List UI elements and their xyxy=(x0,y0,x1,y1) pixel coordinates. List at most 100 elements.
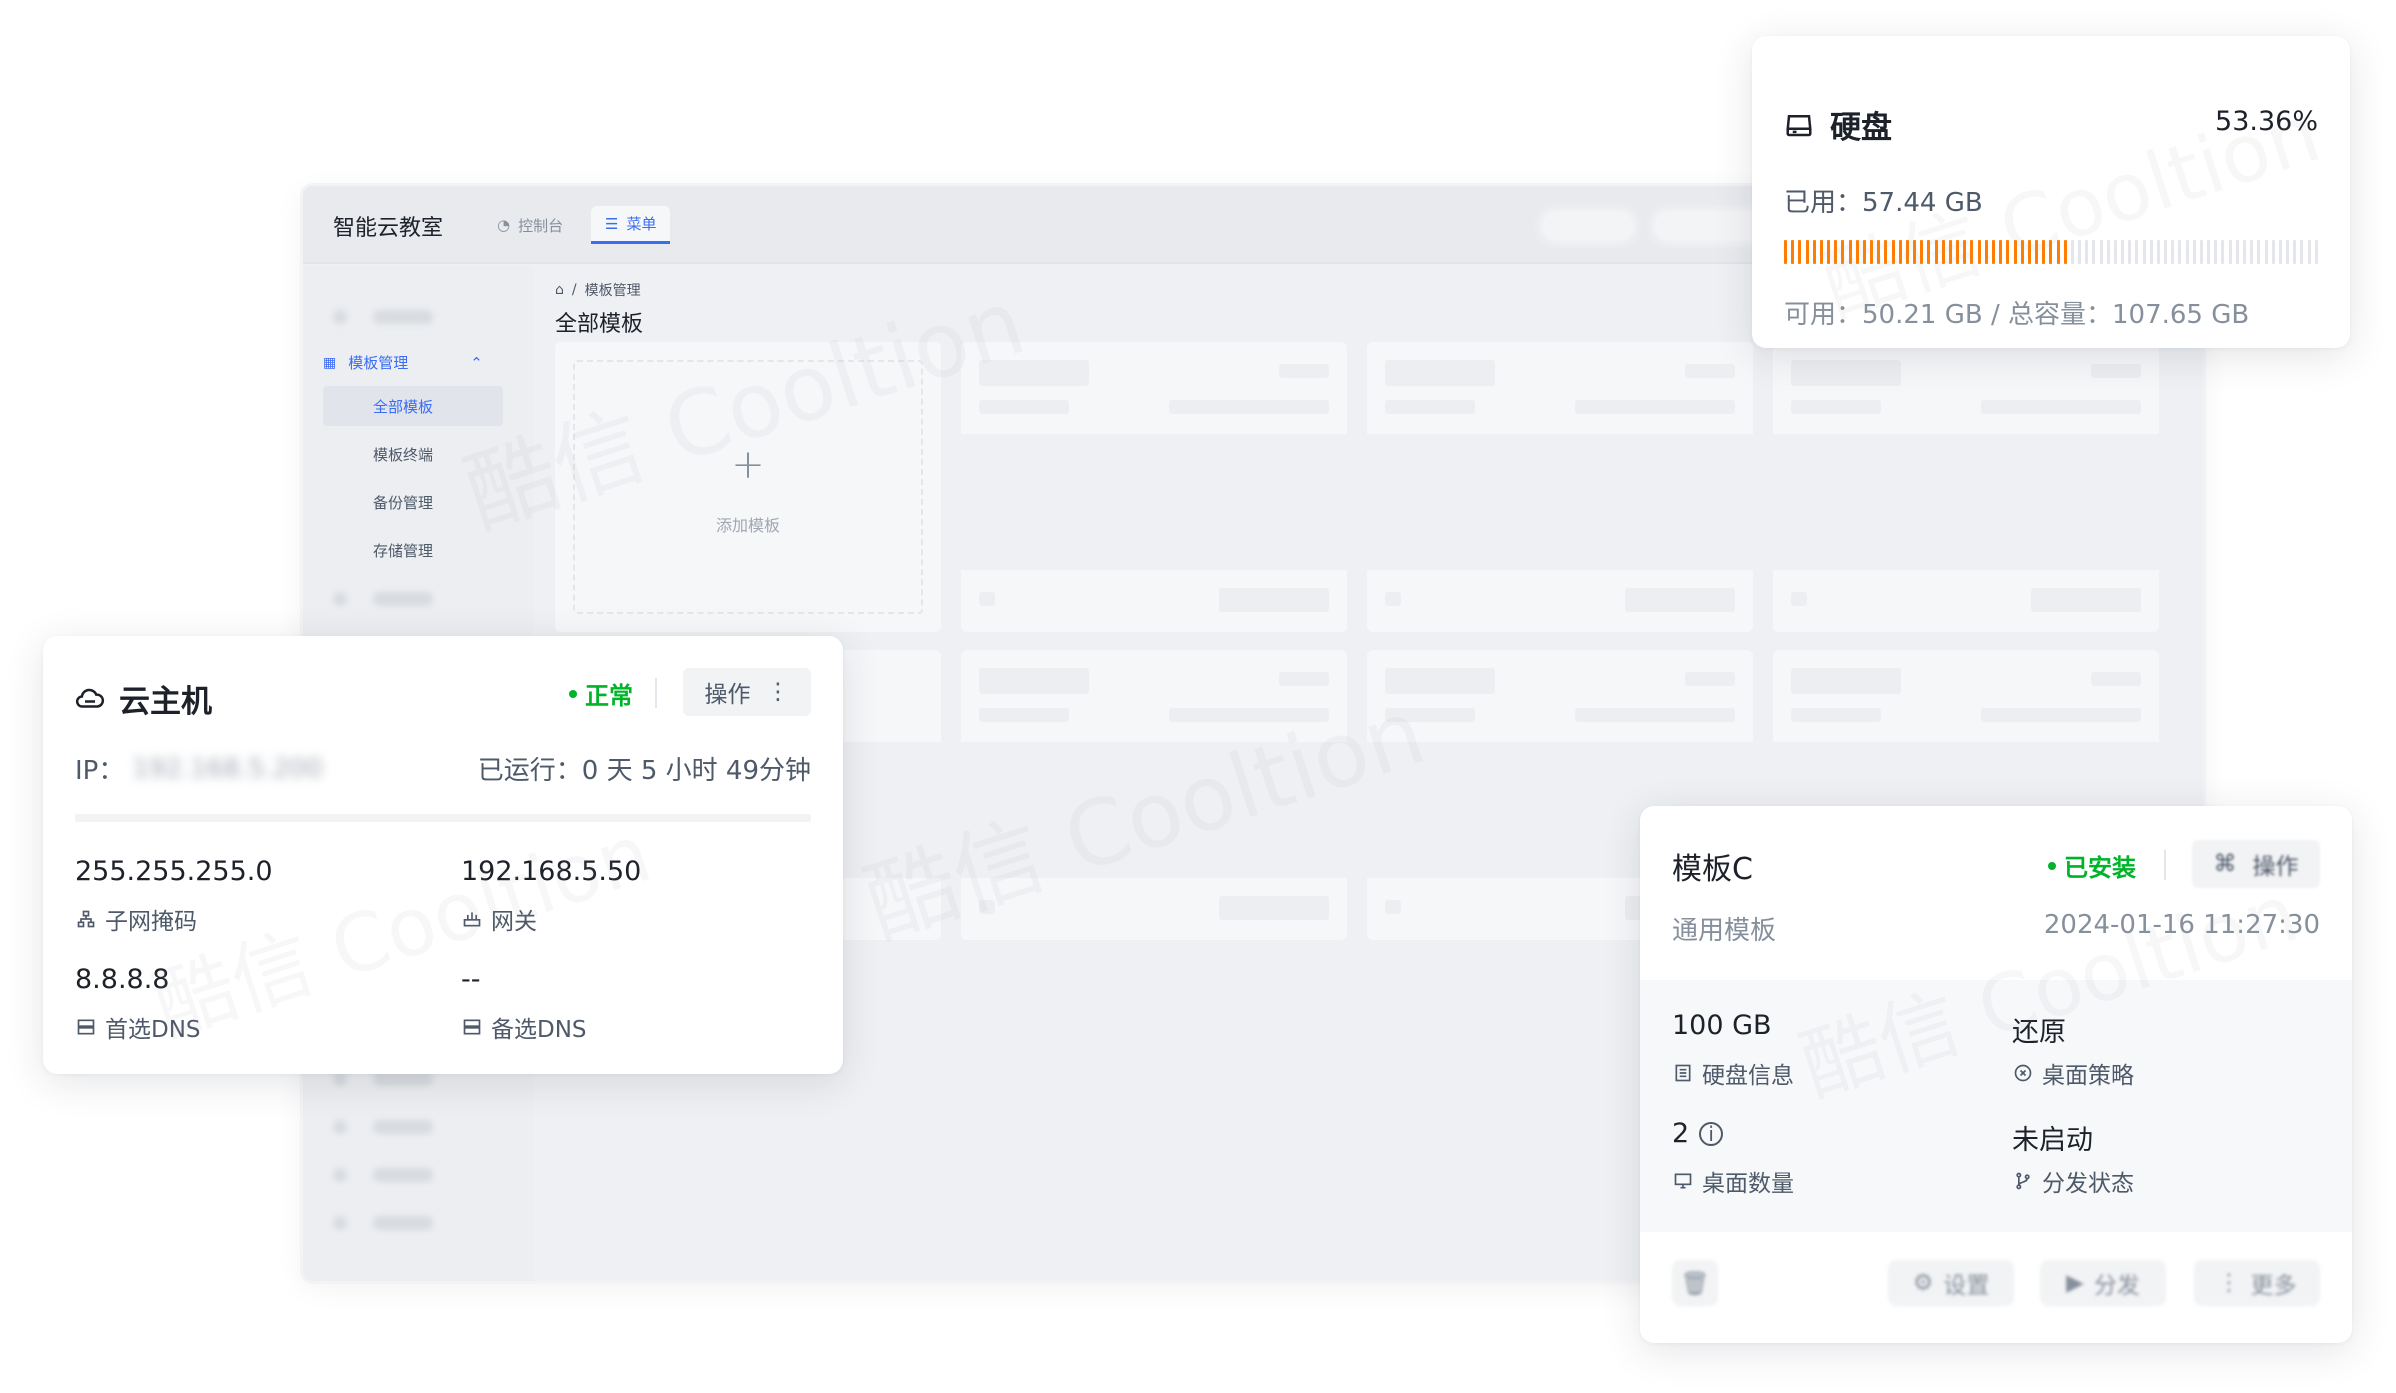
template-details: 100 GB 硬盘信息 还原 桌面策略 2 i 桌面数量 未启动 分发状态 xyxy=(1640,980,2352,1232)
usage-tick-used xyxy=(2049,240,2053,264)
sidebar-item-backup[interactable]: 备份管理 xyxy=(323,482,503,522)
usage-tick-used xyxy=(1855,240,1859,264)
hard-drive-icon xyxy=(1784,110,1814,140)
settings-button[interactable]: ⚙ 设置 xyxy=(1888,1260,2014,1306)
disk-title: 硬盘 xyxy=(1784,102,1892,147)
usage-tick-used xyxy=(1920,240,1924,264)
template-card-skeleton[interactable] xyxy=(1773,342,2159,632)
sidebar-blurred-icon xyxy=(333,592,347,606)
plus-icon: + xyxy=(731,442,765,488)
breadcrumb-current: 模板管理 xyxy=(584,283,641,299)
sidebar-item-label: 全部模板 xyxy=(373,397,434,416)
sidebar-blurred-item[interactable] xyxy=(373,310,433,324)
page-title: 全部模板 xyxy=(555,312,644,337)
usage-tick-used xyxy=(1913,240,1917,264)
sidebar-blurred-item[interactable] xyxy=(373,592,433,606)
usage-tick-free xyxy=(2264,240,2268,264)
header-blurred-pill[interactable] xyxy=(1655,212,1765,240)
tab-dashboard[interactable]: ◔ 控制台 xyxy=(483,206,577,244)
usage-tick-used xyxy=(1819,240,1823,264)
chevron-up-icon: ⌃ xyxy=(470,353,483,372)
play-icon: ▶ xyxy=(2066,1270,2084,1296)
usage-tick-used xyxy=(2063,240,2067,264)
usage-tick-free xyxy=(2128,240,2132,264)
usage-tick-free xyxy=(2314,240,2318,264)
usage-tick-free xyxy=(2199,240,2203,264)
sidebar-blurred-icon xyxy=(333,1072,347,1086)
delete-button[interactable]: 🗑 xyxy=(1672,1260,1718,1306)
template-card-skeleton[interactable] xyxy=(961,342,1347,632)
usage-tick-used xyxy=(1970,240,1974,264)
host-actions-button[interactable]: 操作 ⋮ xyxy=(683,668,811,716)
sidebar-blurred-item[interactable] xyxy=(373,1168,433,1182)
template-card-skeleton[interactable] xyxy=(961,650,1347,940)
template-card-skeleton[interactable] xyxy=(1367,342,1753,632)
home-icon[interactable]: ⌂ xyxy=(555,282,564,298)
usage-tick-free xyxy=(2092,240,2096,264)
usage-tick-used xyxy=(1999,240,2003,264)
server-icon xyxy=(461,1016,483,1038)
usage-tick-used xyxy=(2035,240,2039,264)
usage-tick-used xyxy=(2056,240,2060,264)
sidebar-blurred-icon xyxy=(333,1120,347,1134)
add-template-card[interactable]: + 添加模板 xyxy=(555,342,941,632)
usage-tick-used xyxy=(1805,240,1809,264)
tab-label: 控制台 xyxy=(518,216,564,235)
usage-tick-used xyxy=(1984,240,1988,264)
trash-icon: 🗑 xyxy=(1680,1270,1710,1297)
usage-tick-free xyxy=(2271,240,2275,264)
usage-tick-free xyxy=(2142,240,2146,264)
usage-tick-used xyxy=(1891,240,1895,264)
sidebar-blurred-item[interactable] xyxy=(373,1216,433,1230)
usage-tick-used xyxy=(1877,240,1881,264)
usage-tick-free xyxy=(2121,240,2125,264)
template-status-badge: 已安装 xyxy=(2048,848,2136,883)
more-button[interactable]: ⋮ 更多 xyxy=(2194,1260,2320,1306)
info-icon[interactable]: i xyxy=(1699,1121,1724,1146)
usage-tick-used xyxy=(1798,240,1802,264)
subnet-icon xyxy=(75,908,97,930)
sidebar-item-all-templates[interactable]: 全部模板 xyxy=(323,386,503,426)
usage-tick-free xyxy=(2135,240,2139,264)
secondary-dns-label: 备选DNS xyxy=(461,1010,587,1044)
usage-tick-used xyxy=(1870,240,1874,264)
usage-tick-free xyxy=(2185,240,2189,264)
usage-tick-free xyxy=(2164,240,2168,264)
cloud-icon xyxy=(75,684,105,714)
disk-card: 硬盘 53.36% 已用：57.44 GB 可用：50.21 GB / 总容量：… xyxy=(1752,36,2350,348)
tab-menu[interactable]: ☰ 菜单 xyxy=(591,206,671,244)
distribute-button[interactable]: ▶ 分发 xyxy=(2040,1260,2166,1306)
sidebar-item-label: 模板终端 xyxy=(373,445,434,464)
sidebar-blurred-item[interactable] xyxy=(373,1072,433,1086)
usage-tick-used xyxy=(2013,240,2017,264)
primary-dns-label: 首选DNS xyxy=(75,1010,201,1044)
subnet-mask-value: 255.255.255.0 xyxy=(75,856,273,887)
branch-icon xyxy=(2012,1170,2034,1192)
disk-info-label: 硬盘信息 xyxy=(1672,1056,1794,1090)
sidebar-item-template-terminal[interactable]: 模板终端 xyxy=(323,434,503,474)
monitor-icon xyxy=(1672,1170,1694,1192)
template-actions-button[interactable]: ⌘ 操作 xyxy=(2192,840,2320,888)
gateway-icon xyxy=(461,908,483,930)
server-icon xyxy=(75,1016,97,1038)
sidebar-group-templates[interactable]: ▦ 模板管理 ⌃ xyxy=(323,352,483,373)
command-icon: ⌘ xyxy=(2213,851,2237,877)
sidebar-item-label: 备份管理 xyxy=(373,493,434,512)
sidebar-item-storage[interactable]: 存储管理 xyxy=(323,530,503,570)
usage-tick-free xyxy=(2214,240,2218,264)
header-blurred-pill[interactable] xyxy=(1543,212,1633,240)
usage-tick-used xyxy=(1834,240,1838,264)
add-template-label: 添加模板 xyxy=(715,516,780,535)
usage-tick-free xyxy=(2257,240,2261,264)
usage-tick-free xyxy=(2078,240,2082,264)
tab-label: 菜单 xyxy=(626,215,657,233)
template-title: 模板C xyxy=(1672,852,1753,887)
app-brand: 智能云教室 xyxy=(333,216,444,241)
usage-tick-free xyxy=(2228,240,2232,264)
gateway-value: 192.168.5.50 xyxy=(461,856,642,887)
sidebar-blurred-icon xyxy=(333,310,347,324)
disk-size-value: 100 GB xyxy=(1672,1010,1772,1041)
sidebar-blurred-item[interactable] xyxy=(373,1120,433,1134)
usage-tick-used xyxy=(2027,240,2031,264)
breadcrumb: ⌂ / 模板管理 xyxy=(555,282,641,299)
